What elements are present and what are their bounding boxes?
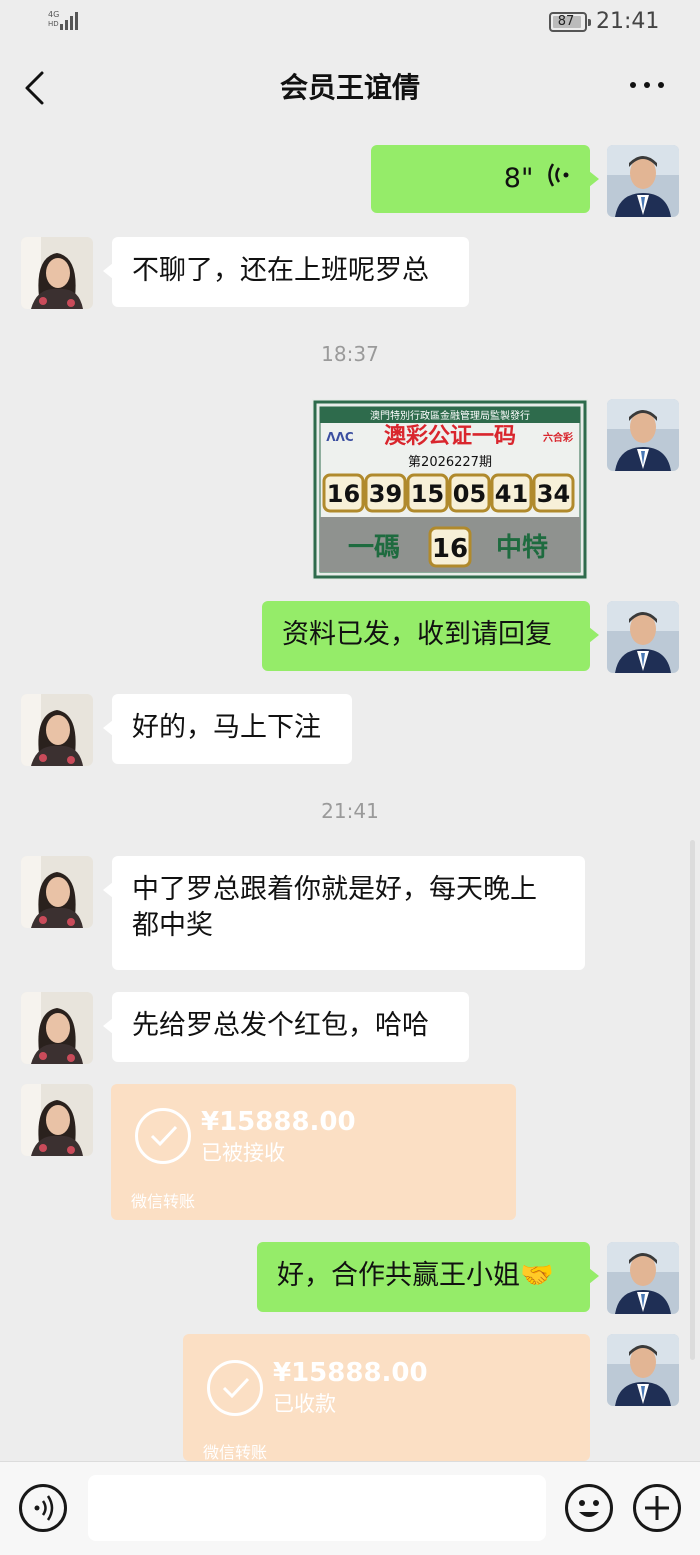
message-bubble[interactable]: 资料已发，收到请回复 xyxy=(262,601,599,671)
signal-icon: 4G HD xyxy=(48,10,82,32)
scrollbar[interactable] xyxy=(690,840,695,1360)
voice-wave-icon xyxy=(548,162,570,198)
lottery-number: 15 xyxy=(411,480,444,508)
voice-input-icon[interactable] xyxy=(19,1484,67,1532)
battery-icon: 87 xyxy=(549,12,591,32)
message-bubble[interactable]: 先给罗总发个红包，哈哈 xyxy=(103,992,469,1062)
message-bubble[interactable]: 好，合作共赢王小姐🤝 xyxy=(257,1242,599,1312)
transfer-amount: ¥15888.00 xyxy=(201,1107,356,1137)
network-type: 4G xyxy=(48,10,60,19)
message-bubble[interactable]: 不聊了，还在上班呢罗总 xyxy=(103,237,469,307)
message-bubble[interactable]: 中了罗总跟着你就是好，每天晚上 都中奖 xyxy=(103,856,585,970)
contact-avatar[interactable] xyxy=(21,856,93,928)
image-title: 澳彩公证一码 xyxy=(384,423,516,449)
status-bar: 4G HD 87 21:41 xyxy=(0,0,700,44)
emoji-icon[interactable] xyxy=(565,1484,613,1532)
message-input[interactable] xyxy=(88,1475,546,1541)
transfer-card[interactable]: ¥15888.00 已收款 微信转账 xyxy=(183,1334,590,1461)
battery-level: 87 xyxy=(557,14,575,29)
self-avatar[interactable] xyxy=(607,1242,679,1314)
lottery-number: 16 xyxy=(327,480,360,508)
self-avatar[interactable] xyxy=(607,601,679,673)
transfer-card[interactable]: ¥15888.00 已被接收 微信转账 xyxy=(111,1084,516,1220)
image-logo-left: ΛΛC xyxy=(326,430,354,444)
voice-duration: 8" xyxy=(503,163,534,194)
transfer-footer: 微信转账 xyxy=(203,1443,268,1461)
contact-avatar[interactable] xyxy=(21,694,93,766)
message-line: 都中奖 xyxy=(132,910,213,941)
lottery-number: 39 xyxy=(369,480,402,508)
transfer-footer: 微信转账 xyxy=(131,1192,196,1211)
timestamp: 18:37 xyxy=(321,342,379,366)
input-bar xyxy=(0,1461,700,1555)
self-avatar[interactable] xyxy=(607,399,679,471)
contact-avatar[interactable] xyxy=(21,1084,93,1156)
image-bottom-right: 中特 xyxy=(496,532,548,563)
contact-avatar[interactable] xyxy=(21,237,93,309)
image-top-text: 澳門特別行政區金融管理局監製發行 xyxy=(370,409,530,422)
transfer-status: 已被接收 xyxy=(201,1141,285,1165)
more-icon[interactable] xyxy=(630,82,664,88)
image-message[interactable]: 澳門特別行政區金融管理局監製發行 ΛΛC 澳彩公证一码 六合彩 第2026227… xyxy=(312,399,588,580)
network-subtype: HD xyxy=(48,20,59,28)
lottery-number: 34 xyxy=(537,480,570,508)
check-icon xyxy=(135,1108,191,1164)
plus-icon[interactable] xyxy=(633,1484,681,1532)
transfer-status: 已收款 xyxy=(273,1392,336,1416)
lottery-number: 05 xyxy=(453,480,486,508)
self-avatar[interactable] xyxy=(607,1334,679,1406)
contact-avatar[interactable] xyxy=(21,992,93,1064)
image-special: 16 xyxy=(432,534,468,564)
check-icon xyxy=(207,1360,263,1416)
image-logo-right: 六合彩 xyxy=(543,431,573,444)
message-bubble[interactable]: 好的，马上下注 xyxy=(103,694,352,764)
status-time: 21:41 xyxy=(596,9,660,34)
image-bottom-left: 一碼 xyxy=(348,533,400,563)
timestamp: 21:41 xyxy=(321,799,379,823)
self-avatar[interactable] xyxy=(607,145,679,217)
chat-header: 会员王谊倩 xyxy=(0,44,700,130)
voice-message[interactable]: 8" xyxy=(371,145,599,213)
chat-title: 会员王谊倩 xyxy=(279,71,420,104)
image-issue: 第2026227期 xyxy=(408,455,492,470)
transfer-amount: ¥15888.00 xyxy=(273,1358,428,1388)
message-line: 中了罗总跟着你就是好，每天晚上 xyxy=(132,874,537,905)
lottery-number: 41 xyxy=(495,480,528,508)
